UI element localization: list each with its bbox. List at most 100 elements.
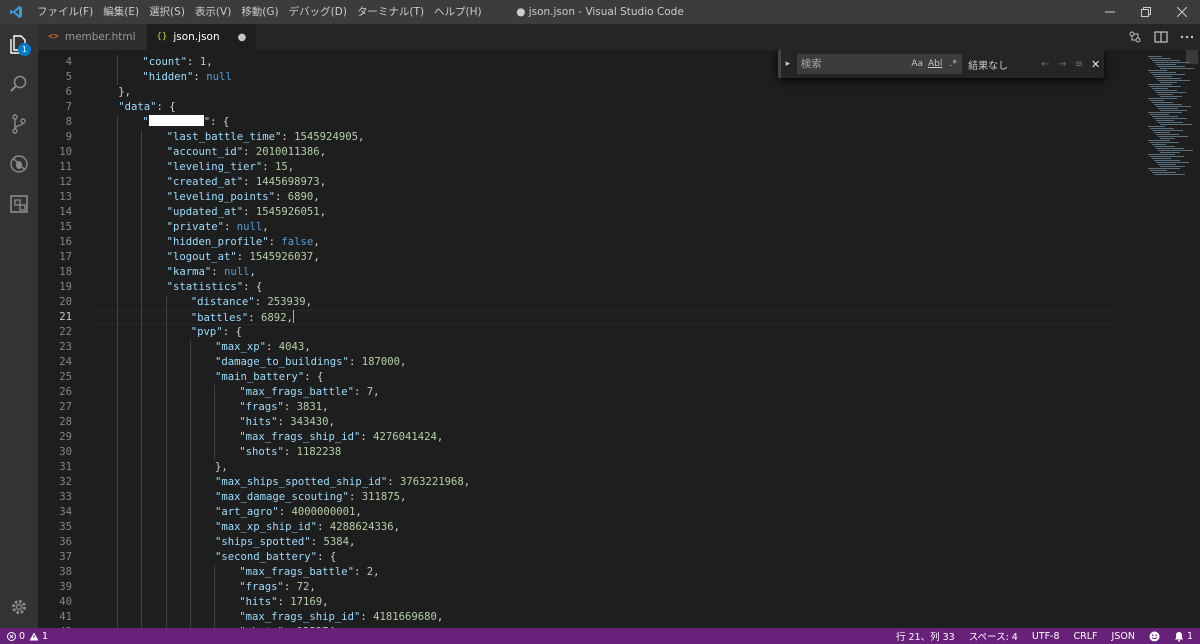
- json-number: 1545926051: [255, 206, 320, 218]
- match-case-option[interactable]: Aa: [908, 59, 926, 69]
- search-icon[interactable]: [0, 64, 38, 104]
- code-line[interactable]: 34 "art_agro": 4000000001,: [38, 505, 1114, 520]
- menu-item[interactable]: 選択(S): [144, 0, 190, 24]
- activity-bar: 1: [0, 24, 38, 628]
- minimize-button[interactable]: [1092, 0, 1128, 24]
- code-line[interactable]: 28 "hits": 343430,: [38, 415, 1114, 430]
- code-line[interactable]: 21 "battles": 6892,: [38, 310, 1114, 325]
- code-line[interactable]: 24 "damage_to_buildings": 187000,: [38, 355, 1114, 370]
- problems-indicator[interactable]: 0 1: [0, 628, 55, 644]
- minimap-line: [1154, 174, 1185, 175]
- tab-member-html[interactable]: <> member.html: [38, 24, 147, 50]
- code-line[interactable]: 31},: [38, 460, 1114, 475]
- menu-item[interactable]: ファイル(F): [32, 0, 98, 24]
- end-of-line[interactable]: CRLF: [1067, 628, 1105, 644]
- menu-item[interactable]: ヘルプ(H): [429, 0, 487, 24]
- code-line[interactable]: 36 "ships_spotted": 5384,: [38, 535, 1114, 550]
- line-number: 40: [59, 596, 72, 608]
- notifications-indicator[interactable]: 1: [1167, 628, 1200, 644]
- close-find-icon[interactable]: ✕: [1087, 54, 1104, 74]
- code-line[interactable]: 41 "max_frags_ship_id": 4181669680,: [38, 610, 1114, 625]
- code-line[interactable]: 33 "max_damage_scouting": 311875,: [38, 490, 1114, 505]
- indent-guide: [189, 520, 191, 535]
- language-mode[interactable]: JSON: [1105, 628, 1142, 644]
- menu-item[interactable]: 移動(G): [236, 0, 283, 24]
- json-key: "damage_to_buildings": [215, 356, 349, 368]
- line-number: 9: [65, 131, 72, 143]
- code-line[interactable]: 27 "frags": 3831,: [38, 400, 1114, 415]
- code-line[interactable]: 35 "max_xp_ship_id": 4288624336,: [38, 520, 1114, 535]
- code-line[interactable]: 38 "max_frags_battle": 2,: [38, 565, 1114, 580]
- code-line[interactable]: 37 "second_battery": {: [38, 550, 1114, 565]
- code-line[interactable]: 23 "max_xp": 4043,: [38, 340, 1114, 355]
- regex-option[interactable]: .*: [944, 59, 962, 69]
- code-line[interactable]: 22 "pvp": {: [38, 325, 1114, 340]
- indent-guide: [214, 565, 215, 580]
- menu-item[interactable]: ターミナル(T): [352, 0, 429, 24]
- code-text: "max_ships_spotted_ship_id": 3763221968,: [215, 475, 470, 490]
- code-line[interactable]: 19 "statistics": {: [38, 280, 1114, 295]
- code-line[interactable]: 18 "karma": null,: [38, 265, 1114, 280]
- cursor-position[interactable]: 行 21、列 33: [889, 628, 962, 644]
- previous-match-icon[interactable]: ←: [1037, 54, 1054, 74]
- indent-guide: [189, 460, 191, 475]
- code-line[interactable]: 26 "max_frags_battle": 7,: [38, 385, 1114, 400]
- split-editor-icon[interactable]: [1148, 24, 1174, 50]
- minimap-line: [1156, 162, 1189, 163]
- whole-word-option[interactable]: Abl: [926, 59, 944, 69]
- find-input[interactable]: [796, 58, 909, 70]
- code-line[interactable]: 6},: [38, 85, 1114, 100]
- json-key: "karma": [166, 266, 212, 278]
- code-line[interactable]: 8 " ": {: [38, 115, 1114, 130]
- unsaved-dot-icon[interactable]: ●: [238, 32, 247, 43]
- json-literal: null: [224, 266, 250, 278]
- next-match-icon[interactable]: →: [1054, 54, 1071, 74]
- indentation[interactable]: スペース: 4: [962, 628, 1025, 644]
- restore-button[interactable]: [1128, 0, 1164, 24]
- open-changes-icon[interactable]: [1122, 24, 1148, 50]
- tab-json-json[interactable]: {} json.json ●: [146, 24, 258, 50]
- code-line[interactable]: 25 "main_battery": {: [38, 370, 1114, 385]
- code-line[interactable]: 40 "hits": 17169,: [38, 595, 1114, 610]
- code-line[interactable]: 10 "account_id": 2010011386,: [38, 145, 1114, 160]
- code-line[interactable]: 7 "data": {: [38, 100, 1114, 115]
- files-icon[interactable]: 1: [0, 24, 38, 64]
- minimap-line: [1154, 146, 1175, 147]
- feedback-smiley-icon[interactable]: [1142, 628, 1167, 644]
- code-line[interactable]: 14 "updated_at": 1545926051,: [38, 205, 1114, 220]
- code-line[interactable]: 16 "hidden_profile": false,: [38, 235, 1114, 250]
- json-punctuation: :: [266, 341, 279, 353]
- code-line[interactable]: 15 "private": null,: [38, 220, 1114, 235]
- menu-item[interactable]: 編集(E): [98, 0, 144, 24]
- minimap-line: [1152, 60, 1180, 61]
- json-number: 253939: [267, 296, 306, 308]
- code-line[interactable]: 39 "frags": 72,: [38, 580, 1114, 595]
- indent-guide: [141, 190, 143, 205]
- more-actions-icon[interactable]: [1174, 24, 1200, 50]
- code-line[interactable]: 29 "max_frags_ship_id": 4276041424,: [38, 430, 1114, 445]
- debug-icon[interactable]: [0, 144, 38, 184]
- code-line[interactable]: 32 "max_ships_spotted_ship_id": 376322196…: [38, 475, 1114, 490]
- code-line[interactable]: 12 "created_at": 1445698973,: [38, 175, 1114, 190]
- json-number: 72: [296, 581, 310, 593]
- code-line[interactable]: 11 "leveling_tier": 15,: [38, 160, 1114, 175]
- toggle-replace-chevron-icon[interactable]: ▸: [781, 50, 795, 78]
- code-editor[interactable]: 4 "count": 1, 5 "hidden": null 6}, 7 "data": {…: [38, 50, 1200, 628]
- close-window-button[interactable]: [1164, 0, 1200, 24]
- code-line[interactable]: 13 "leveling_points": 6890,: [38, 190, 1114, 205]
- extensions-icon[interactable]: [0, 184, 38, 224]
- code-line[interactable]: 17 "logout_at": 1545926037,: [38, 250, 1114, 265]
- minimap[interactable]: [1114, 50, 1200, 628]
- menu-item[interactable]: 表示(V): [190, 0, 236, 24]
- code-line[interactable]: 30 "shots": 1182238: [38, 445, 1114, 460]
- source-control-icon[interactable]: [0, 104, 38, 144]
- menu-item[interactable]: デバッグ(D): [284, 0, 352, 24]
- line-number: 5: [65, 71, 72, 83]
- json-punctuation: :: [310, 536, 324, 548]
- code-line[interactable]: 20 "distance": 253939,: [38, 295, 1114, 310]
- window-controls: [1092, 0, 1200, 24]
- encoding[interactable]: UTF-8: [1025, 628, 1067, 644]
- find-in-selection-icon[interactable]: ≡: [1071, 54, 1088, 74]
- settings-gear-icon[interactable]: [0, 587, 38, 627]
- code-line[interactable]: 9 "last_battle_time": 1545924905,: [38, 130, 1114, 145]
